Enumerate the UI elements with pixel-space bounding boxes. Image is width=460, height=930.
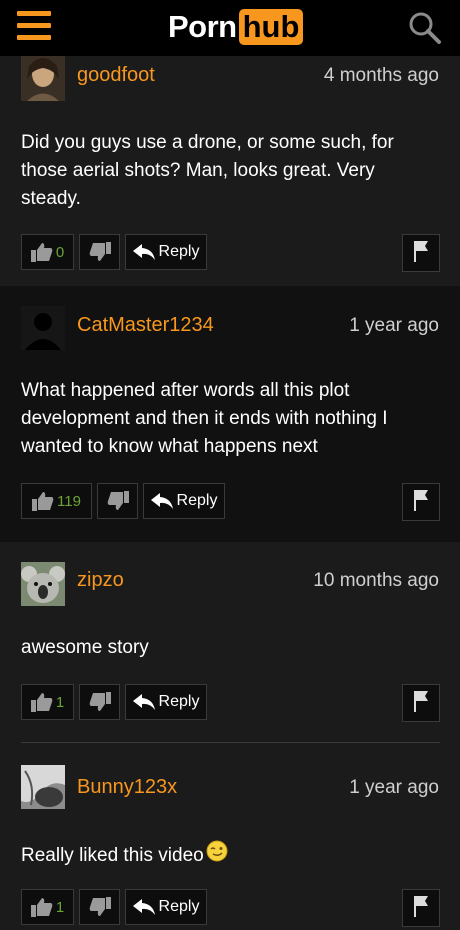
comment-item: Bunny123x 1 year ago Really liked this v… [0, 743, 460, 930]
comment-username[interactable]: Bunny123x [77, 776, 177, 799]
flag-icon [413, 240, 429, 267]
report-flag-button[interactable] [402, 684, 440, 722]
dislike-button[interactable] [79, 889, 120, 925]
reply-arrow-icon [132, 694, 155, 710]
flag-icon [413, 489, 429, 516]
thumbs-up-icon [32, 491, 54, 511]
report-flag-button[interactable] [402, 234, 440, 272]
reply-arrow-icon [132, 899, 155, 915]
flag-icon [413, 895, 429, 922]
default-silhouette-avatar[interactable] [21, 306, 65, 350]
menu-icon[interactable] [17, 11, 51, 41]
report-flag-button[interactable] [402, 889, 440, 927]
comment-item: CatMaster1234 1 year ago What happened a… [0, 286, 460, 542]
dislike-button[interactable] [79, 234, 120, 270]
reply-button[interactable]: Reply [143, 483, 225, 519]
reply-arrow-icon [132, 244, 155, 260]
thumbs-up-icon [30, 897, 53, 917]
grayscale-photo-avatar[interactable] [21, 765, 65, 809]
comment-body: Really liked this video [21, 840, 436, 871]
thumbs-down-icon [89, 897, 111, 917]
like-button[interactable]: 0 [21, 234, 74, 270]
thumbs-down-icon [107, 491, 129, 511]
reply-label: Reply [158, 693, 200, 710]
like-button[interactable]: 1 [21, 889, 74, 925]
comment-item: zipzo 10 months ago awesome story 1 Repl… [0, 542, 460, 742]
thumbs-up-icon [30, 242, 53, 262]
like-count: 1 [55, 898, 65, 916]
flag-icon [413, 690, 429, 717]
thumbs-up-icon [30, 692, 53, 712]
like-count: 0 [55, 243, 65, 261]
report-flag-button[interactable] [402, 483, 440, 521]
comment-username[interactable]: goodfoot [77, 64, 155, 87]
portrait-avatar[interactable] [21, 56, 65, 101]
comment-username[interactable]: CatMaster1234 [77, 314, 214, 337]
like-button[interactable]: 119 [21, 483, 92, 519]
dislike-button[interactable] [79, 684, 120, 720]
like-button[interactable]: 1 [21, 684, 74, 720]
reply-arrow-icon [150, 493, 173, 509]
reply-label: Reply [176, 492, 218, 509]
comment-timestamp: 10 months ago [313, 570, 439, 591]
thumbs-down-icon [89, 692, 111, 712]
comment-timestamp: 4 months ago [323, 65, 439, 86]
thumbs-down-icon [89, 242, 111, 262]
reply-button[interactable]: Reply [125, 234, 207, 270]
reply-button[interactable]: Reply [125, 684, 207, 720]
search-icon[interactable] [408, 11, 442, 45]
comment-username[interactable]: zipzo [77, 569, 124, 592]
reply-label: Reply [158, 898, 200, 915]
comment-item: goodfoot 4 months ago Did you guys use a… [0, 56, 460, 286]
top-navigation-bar: Porn hub [0, 0, 460, 56]
site-logo[interactable]: Porn hub [168, 8, 304, 46]
comment-text: Did you guys use a drone, or some such, … [21, 132, 394, 209]
comment-text: Really liked this video [21, 844, 204, 866]
comment-timestamp: 1 year ago [349, 315, 439, 336]
logo-text-left: Porn [168, 9, 237, 44]
comment-text: awesome story [21, 637, 149, 658]
dislike-button[interactable] [97, 483, 138, 519]
comment-timestamp: 1 year ago [349, 777, 439, 798]
koala-avatar[interactable] [21, 562, 65, 606]
reply-button[interactable]: Reply [125, 889, 207, 925]
comment-text: What happened after words all this plot … [21, 380, 388, 457]
logo-text-right: hub [238, 9, 304, 45]
reply-label: Reply [158, 243, 200, 260]
wink-emoji-icon [206, 840, 228, 871]
like-count: 1 [55, 693, 65, 711]
like-count: 119 [57, 492, 81, 510]
